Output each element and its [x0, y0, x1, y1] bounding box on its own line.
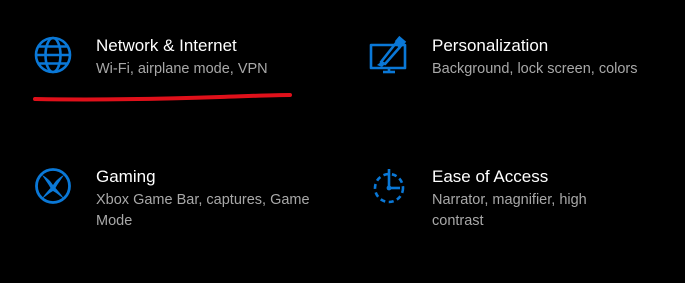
xbox-icon — [33, 166, 73, 206]
tile-description: Narrator, magnifier, high contrast — [432, 192, 587, 229]
settings-tile-ease-of-access[interactable]: Ease of Access Narrator, magnifier, high… — [369, 166, 622, 232]
settings-tile-personalization[interactable]: Personalization Background, lock screen,… — [369, 35, 638, 80]
settings-tile-gaming[interactable]: Gaming Xbox Game Bar, captures, Game Mod… — [33, 166, 316, 232]
tile-description: Xbox Game Bar, captures, Game Mode — [96, 192, 310, 229]
settings-tile-network[interactable]: Network & Internet Wi-Fi, airplane mode,… — [33, 35, 268, 80]
tile-title: Ease of Access — [432, 167, 549, 186]
ease-of-access-icon — [369, 166, 409, 206]
personalization-icon — [369, 35, 409, 75]
tile-title: Network & Internet — [96, 36, 237, 55]
tile-title: Gaming — [96, 167, 156, 186]
tile-title: Personalization — [432, 36, 549, 55]
globe-icon — [33, 35, 73, 75]
tile-description: Background, lock screen, colors — [432, 61, 638, 77]
tile-description: Wi-Fi, airplane mode, VPN — [96, 61, 268, 77]
